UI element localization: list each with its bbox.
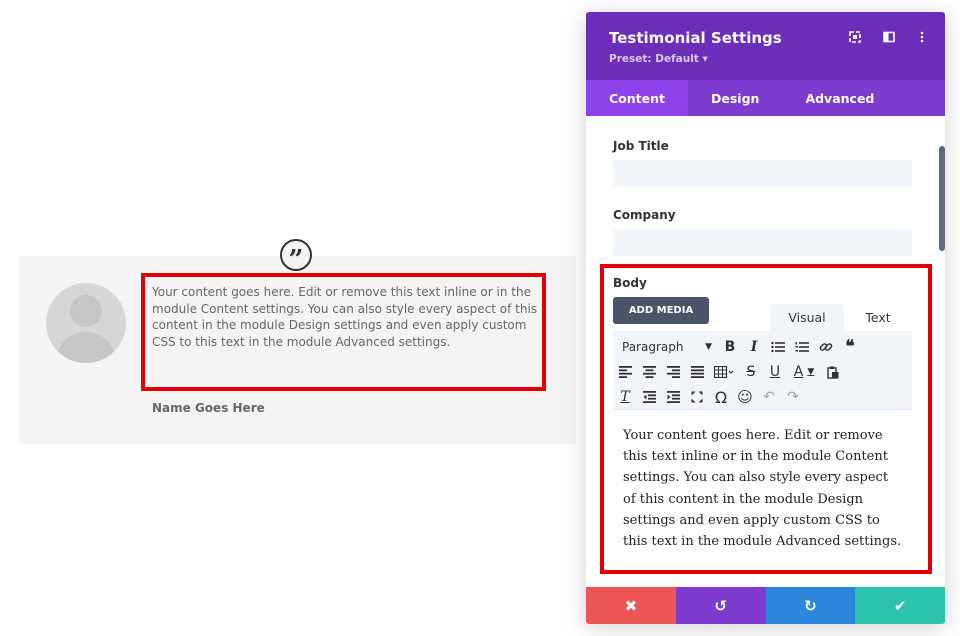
modal-header: Testimonial Settings Preset: Default ▾ xyxy=(586,12,945,80)
undo-button[interactable]: ↺ xyxy=(676,587,766,624)
cancel-button[interactable]: ✖ xyxy=(586,587,676,624)
tab-design[interactable]: Design xyxy=(688,80,782,116)
job-title-input[interactable] xyxy=(613,160,912,187)
quote-icon: ” xyxy=(280,239,312,271)
panel-scrollbar[interactable] xyxy=(939,146,945,251)
job-title-label: Job Title xyxy=(613,139,669,153)
redo-button[interactable]: ↻ xyxy=(766,587,856,624)
testimonial-author-name[interactable]: Name Goes Here xyxy=(152,401,265,415)
save-button[interactable]: ✔ xyxy=(855,587,945,624)
tab-advanced[interactable]: Advanced xyxy=(782,80,897,116)
split-view-icon[interactable] xyxy=(882,30,896,44)
more-options-icon[interactable] xyxy=(915,30,929,44)
company-input[interactable] xyxy=(613,229,912,256)
tab-content[interactable]: Content xyxy=(586,80,688,116)
modal-footer: ✖ ↺ ↻ ✔ xyxy=(586,587,945,624)
avatar-shoulders xyxy=(56,332,116,363)
highlight-box-preview xyxy=(141,273,546,391)
settings-tabs: Content Design Advanced xyxy=(586,80,945,116)
preset-dropdown[interactable]: Preset: Default ▾ xyxy=(609,53,708,65)
highlight-box-body-field xyxy=(600,264,932,574)
modal-title: Testimonial Settings xyxy=(609,29,782,47)
company-label: Company xyxy=(613,208,676,222)
expand-icon[interactable] xyxy=(848,30,862,44)
avatar-head xyxy=(70,295,102,327)
avatar xyxy=(46,283,126,363)
